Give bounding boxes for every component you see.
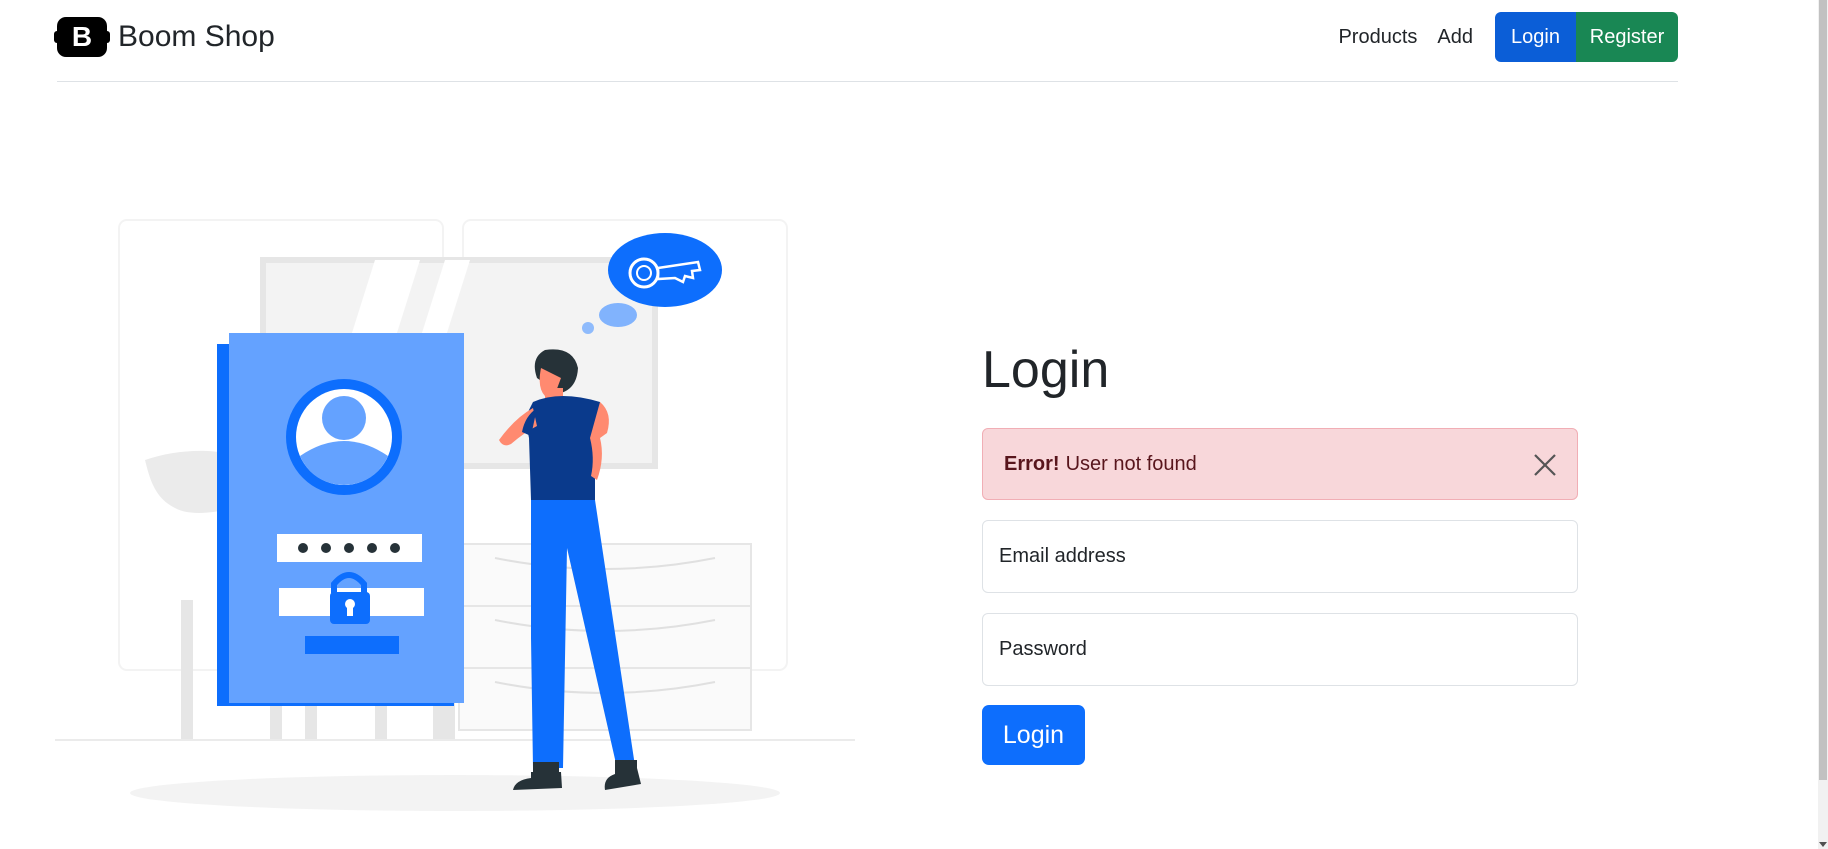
alert-strong: Error!: [1004, 452, 1060, 475]
brand[interactable]: B Boom Shop: [54, 17, 275, 57]
page-title: Login: [982, 341, 1110, 399]
scroll-thumb[interactable]: [1819, 0, 1827, 780]
password-field[interactable]: [982, 613, 1578, 686]
page: B Boom Shop Products Add Login Register: [0, 0, 1828, 849]
close-icon[interactable]: [1532, 452, 1558, 478]
nav-link-products[interactable]: Products: [1338, 26, 1417, 49]
nav-register-button[interactable]: Register: [1576, 12, 1678, 62]
scroll-down-arrow-icon[interactable]: [1819, 842, 1827, 847]
nav-link-add[interactable]: Add: [1437, 26, 1473, 49]
login-submit-button[interactable]: Login: [982, 705, 1085, 765]
error-alert: Error! User not found: [982, 428, 1578, 500]
scrollbar[interactable]: [1818, 0, 1828, 849]
email-field[interactable]: [982, 520, 1578, 593]
login-illustration: [55, 219, 855, 811]
nav-login-button[interactable]: Login: [1495, 12, 1576, 62]
alert-message: User not found: [1065, 452, 1197, 475]
auth-button-group: Login Register: [1495, 12, 1678, 62]
bootstrap-logo-icon: B: [54, 17, 110, 57]
navbar: B Boom Shop Products Add Login Register: [54, 0, 1678, 82]
nav-links: Products Add Login Register: [1338, 12, 1678, 62]
brand-name: Boom Shop: [118, 20, 275, 53]
